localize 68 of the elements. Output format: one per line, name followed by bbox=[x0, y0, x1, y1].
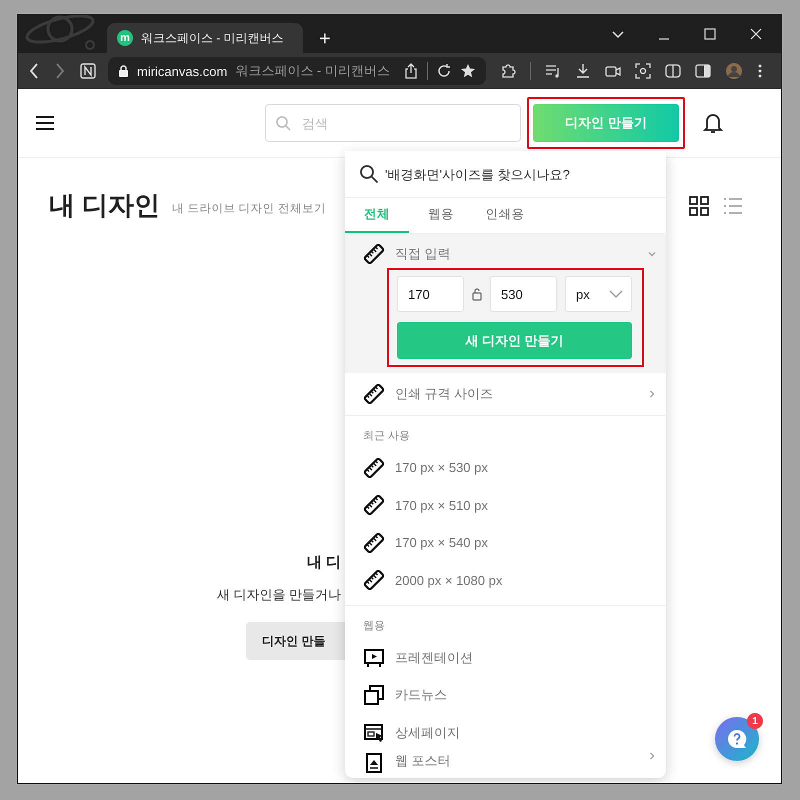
question-bubble-icon bbox=[726, 728, 748, 750]
category-tab[interactable]: 인쇄용 bbox=[473, 198, 537, 233]
favicon: m bbox=[117, 30, 133, 46]
ruler-icon bbox=[363, 494, 385, 516]
address-bar[interactable]: miricanvas.com 워크스페이스 - 미리캔버스 bbox=[108, 57, 486, 85]
screenshot-icon[interactable] bbox=[635, 63, 651, 79]
menu-item[interactable]: 상세페이지 bbox=[345, 714, 666, 752]
forward-icon[interactable] bbox=[54, 62, 66, 80]
playlist-icon[interactable] bbox=[545, 63, 561, 79]
presentation-icon bbox=[363, 646, 385, 669]
drive-link[interactable]: 내 드라이브 디자인 전체보기 bbox=[172, 201, 326, 216]
ruler-icon bbox=[363, 243, 385, 265]
back-icon[interactable] bbox=[28, 62, 40, 80]
grid-view-icon[interactable] bbox=[689, 196, 709, 216]
size-option[interactable]: 인쇄 규격 사이즈 bbox=[345, 373, 666, 415]
tab-title: 워크스페이스 - 미리캔버스 bbox=[141, 30, 284, 46]
category-tab[interactable]: 웹용 bbox=[409, 198, 473, 233]
reload-icon[interactable] bbox=[436, 63, 452, 79]
search-icon bbox=[275, 115, 291, 131]
ruler-icon bbox=[363, 569, 385, 592]
section-heading: 웹용 bbox=[362, 619, 386, 634]
chevron-down-icon bbox=[609, 290, 623, 298]
url-domain: miricanvas.com bbox=[137, 64, 228, 78]
bell-icon[interactable] bbox=[703, 112, 723, 134]
menu-item[interactable]: 170 px × 540 px bbox=[345, 524, 666, 562]
poster-icon bbox=[363, 752, 385, 774]
n-icon[interactable] bbox=[80, 63, 96, 79]
notification-badge: 1 bbox=[747, 713, 763, 729]
url-page-title: 워크스페이스 - 미리캔버스 bbox=[235, 62, 391, 80]
maximize-icon[interactable] bbox=[703, 27, 717, 41]
menu-item[interactable]: 2000 px × 1080 px bbox=[345, 562, 666, 599]
stacked-squares-icon bbox=[363, 684, 385, 706]
width-field[interactable]: 170 bbox=[397, 276, 464, 312]
section-heading: 최근 사용 bbox=[362, 429, 412, 444]
more-menu-icon[interactable] bbox=[757, 63, 763, 79]
ruler-icon bbox=[363, 383, 385, 405]
menu-icon[interactable] bbox=[35, 115, 55, 131]
profile-avatar-icon[interactable] bbox=[725, 62, 743, 80]
height-field[interactable]: 530 bbox=[490, 276, 557, 312]
create-design-button[interactable]: 디자인 만들 bbox=[246, 622, 345, 660]
download-icon[interactable] bbox=[575, 63, 591, 79]
sidebar-icon[interactable] bbox=[695, 63, 711, 79]
new-tab-button[interactable]: + bbox=[315, 27, 335, 51]
bookmark-star-icon[interactable] bbox=[460, 63, 476, 79]
menu-item[interactable]: 웹 포스터 bbox=[345, 752, 666, 778]
size-search-field[interactable]: '배경화면'사이즈를 찾으시나요? bbox=[345, 151, 666, 197]
search-icon bbox=[359, 164, 379, 184]
browser-tab[interactable]: m 워크스페이스 - 미리캔버스 bbox=[107, 23, 303, 53]
split-view-icon[interactable] bbox=[665, 63, 681, 79]
ruler-icon bbox=[363, 456, 385, 479]
menu-item[interactable]: 프레젠테이션 bbox=[345, 639, 666, 676]
page-title: 내 디자인 bbox=[49, 189, 160, 222]
puzzle-icon[interactable] bbox=[500, 63, 516, 79]
menu-item[interactable]: 170 px × 530 px bbox=[345, 449, 666, 486]
list-view-icon[interactable] bbox=[723, 196, 743, 214]
unit-select[interactable]: px bbox=[565, 276, 632, 312]
webpage-cursor-icon bbox=[363, 722, 385, 744]
menu-item[interactable]: 카드뉴스 bbox=[345, 676, 666, 714]
close-icon[interactable] bbox=[749, 27, 763, 41]
empty-state-text: 새 디자인을 만들거나 bbox=[216, 586, 341, 604]
lock-icon[interactable] bbox=[472, 287, 482, 301]
empty-state-title: 내 디 bbox=[306, 553, 341, 572]
lock-icon bbox=[118, 64, 129, 78]
ruler-icon bbox=[363, 532, 385, 554]
search-field[interactable]: 검색 bbox=[265, 104, 521, 142]
size-option[interactable]: 직접 입력 bbox=[345, 234, 666, 274]
menu-item[interactable]: 170 px × 510 px bbox=[345, 486, 666, 524]
share-icon[interactable] bbox=[403, 63, 419, 79]
